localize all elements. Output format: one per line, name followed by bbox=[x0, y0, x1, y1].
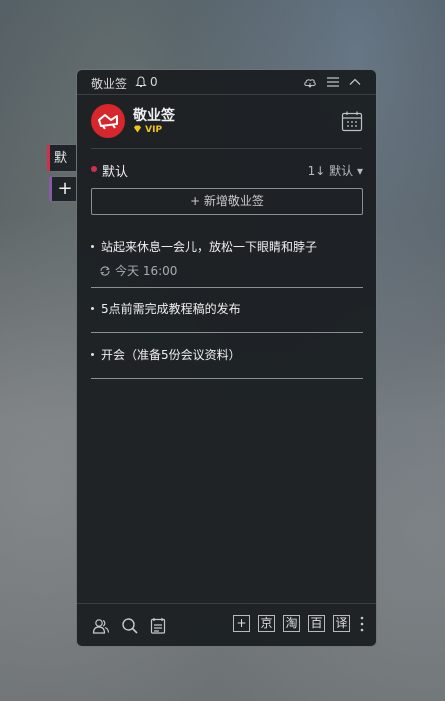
bottom-toolbar: + 京 淘 百 译 bbox=[77, 603, 376, 646]
cloud-sync-icon[interactable] bbox=[303, 75, 317, 89]
add-note-button[interactable]: + 新增敬业签 bbox=[91, 188, 363, 215]
note-bullet bbox=[91, 353, 94, 356]
notes-list-icon[interactable] bbox=[149, 617, 167, 635]
side-tab-default[interactable]: 默认 bbox=[47, 144, 79, 194]
menu-icon[interactable] bbox=[326, 75, 340, 89]
notification-count: 0 bbox=[150, 75, 158, 89]
sort-dropdown[interactable]: 1↓ 默认 ▾ bbox=[308, 162, 363, 179]
translate-shortcut-button[interactable]: 译 bbox=[333, 615, 350, 632]
repeat-icon bbox=[100, 266, 110, 276]
note-bullet bbox=[91, 245, 94, 248]
note-separator bbox=[91, 378, 363, 379]
collapse-icon[interactable] bbox=[348, 75, 362, 89]
note-item[interactable]: 站起来休息一会儿，放松一下眼睛和脖子 今天 16:00 bbox=[91, 238, 363, 288]
calendar-icon[interactable] bbox=[341, 110, 363, 132]
note-item[interactable]: 开会（准备5份会议资料） bbox=[91, 346, 363, 379]
app-title: 敬业签 bbox=[91, 77, 128, 91]
vip-label: VIP bbox=[145, 125, 163, 135]
vip-badge: VIP bbox=[133, 125, 162, 135]
taobao-shortcut-button[interactable]: 淘 bbox=[283, 615, 300, 632]
add-tool-button[interactable]: + bbox=[233, 615, 250, 632]
search-icon[interactable] bbox=[121, 617, 139, 635]
side-add-tab-button[interactable]: + bbox=[49, 176, 79, 202]
users-icon[interactable] bbox=[92, 617, 110, 635]
reminder-time: 今天 16:00 bbox=[115, 264, 178, 278]
note-panel: 敬业签 0 敬业签 VIP 默认 1↓ 默认 ▾ + 新增敬业签 站起来休息一会… bbox=[76, 69, 377, 647]
group-color-dot bbox=[91, 166, 97, 172]
title-bar: 敬业签 0 bbox=[77, 70, 376, 95]
profile-name: 敬业签 bbox=[133, 108, 175, 124]
diamond-icon bbox=[134, 125, 141, 133]
note-separator bbox=[91, 332, 363, 333]
note-text: 5点前需完成教程稿的发布 bbox=[101, 302, 241, 316]
note-text: 开会（准备5份会议资料） bbox=[101, 348, 241, 362]
bell-icon[interactable] bbox=[135, 76, 147, 88]
baidu-shortcut-button[interactable]: 百 bbox=[308, 615, 325, 632]
note-bullet bbox=[91, 307, 94, 310]
group-header: 默认 1↓ 默认 ▾ bbox=[91, 159, 363, 180]
jd-shortcut-button[interactable]: 京 bbox=[258, 615, 275, 632]
divider bbox=[91, 148, 362, 149]
logo-icon bbox=[98, 114, 118, 130]
note-item[interactable]: 5点前需完成教程稿的发布 bbox=[91, 300, 363, 333]
note-reminder: 今天 16:00 bbox=[99, 262, 177, 279]
profile-header: 敬业签 VIP bbox=[91, 104, 365, 148]
note-text: 站起来休息一会儿，放松一下眼睛和脖子 bbox=[101, 240, 318, 254]
more-options-icon[interactable] bbox=[360, 616, 364, 632]
group-name: 默认 bbox=[102, 165, 129, 180]
avatar[interactable] bbox=[91, 104, 125, 138]
note-separator bbox=[91, 287, 363, 288]
